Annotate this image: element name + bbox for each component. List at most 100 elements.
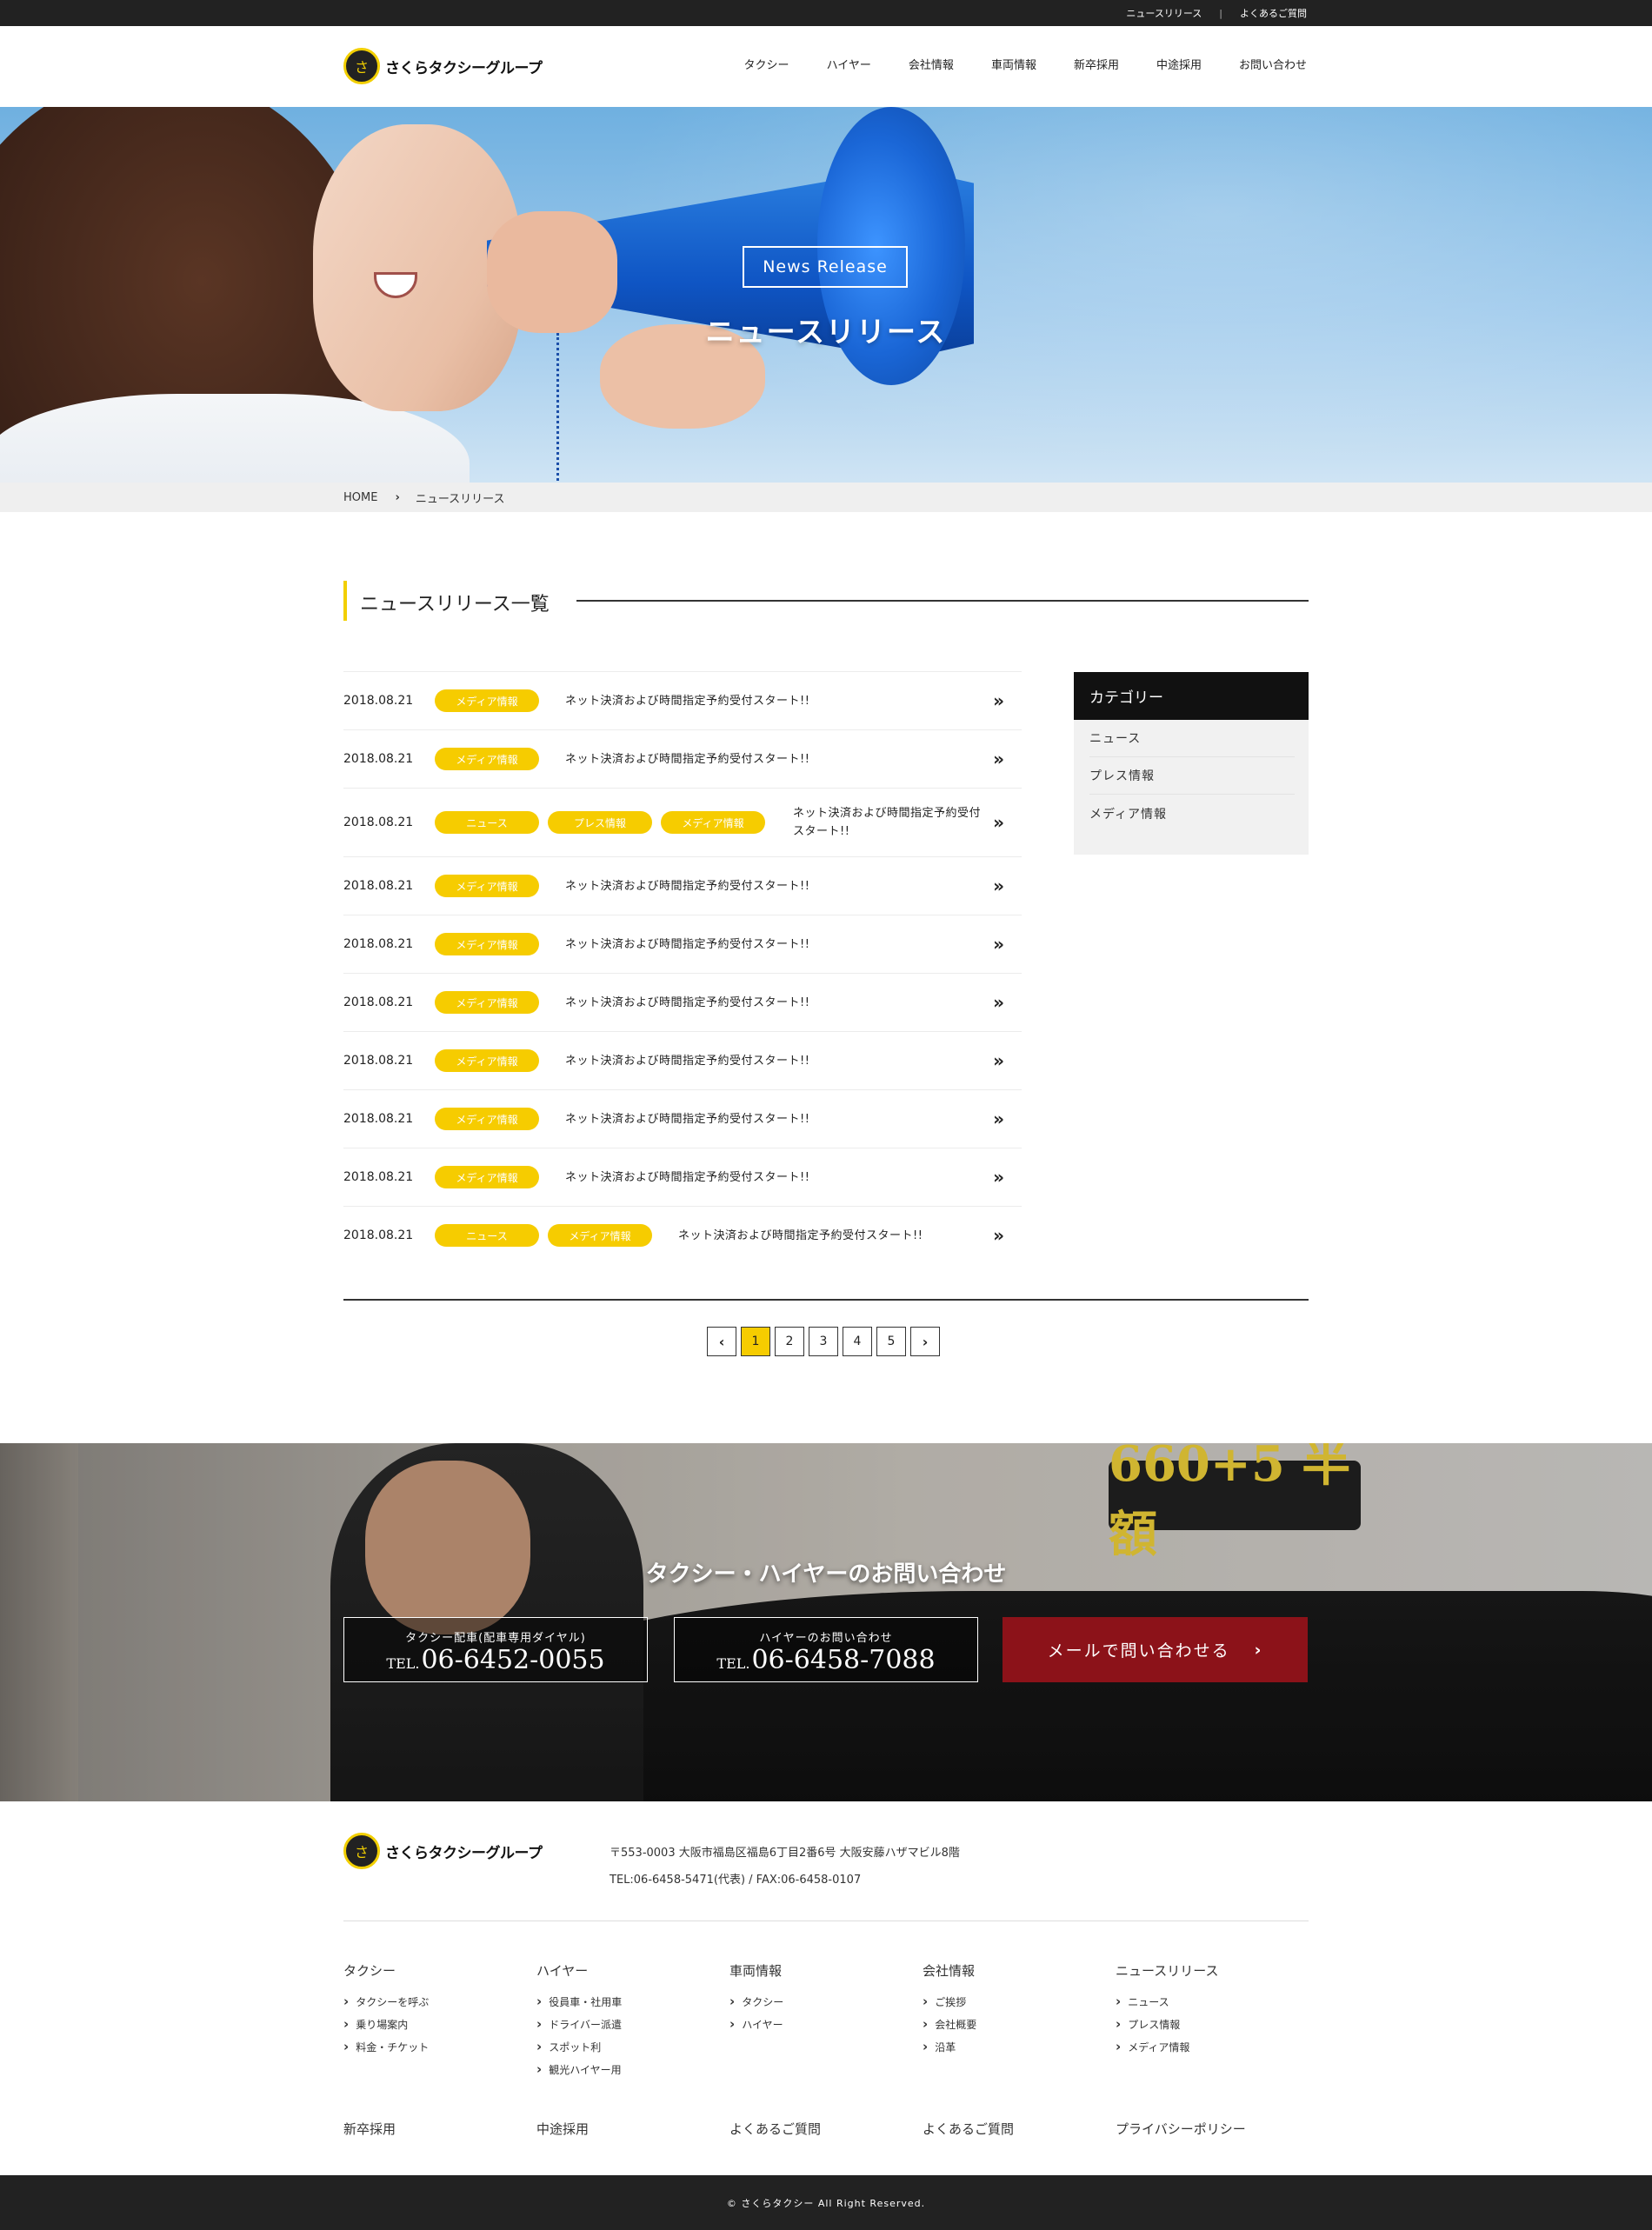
- news-title[interactable]: ネット決済および時間指定予約受付スタート!!: [793, 804, 984, 841]
- footer-link[interactable]: タクシー: [729, 1990, 923, 2013]
- news-tags: メディア情報: [435, 1108, 539, 1130]
- pagination-prev-icon[interactable]: ‹: [707, 1327, 736, 1356]
- news-date: 2018.08.21: [343, 937, 414, 951]
- footer-link-privacy[interactable]: プライバシーポリシー: [1116, 2120, 1309, 2138]
- double-chevron-right-icon[interactable]: »: [993, 812, 1004, 833]
- category-tag[interactable]: メディア情報: [435, 991, 539, 1014]
- footer-link[interactable]: 乗り場案内: [343, 2013, 536, 2035]
- footer-link-faq[interactable]: よくあるご質問: [729, 2120, 923, 2138]
- news-row[interactable]: 2018.08.21 メディア情報 ネット決済および時間指定予約受付スタート!! »: [343, 671, 1022, 729]
- news-row[interactable]: 2018.08.21 メディア情報 ネット決済および時間指定予約受付スタート!! »: [343, 1031, 1022, 1089]
- sidebar-item-news[interactable]: ニュース: [1089, 720, 1295, 757]
- footer-link[interactable]: 役員車・社用車: [536, 1990, 729, 2013]
- pagination-next-icon[interactable]: ›: [910, 1327, 940, 1356]
- nav-item-new-graduate[interactable]: 新卒採用: [1074, 56, 1119, 72]
- footer-link[interactable]: 会社概要: [923, 2013, 1116, 2035]
- nav-item-company[interactable]: 会社情報: [909, 56, 954, 72]
- nav-item-vehicles[interactable]: 車両情報: [991, 56, 1036, 72]
- news-title[interactable]: ネット決済および時間指定予約受付スタート!!: [565, 1052, 809, 1070]
- footer-link[interactable]: プレス情報: [1116, 2013, 1309, 2035]
- footer-link[interactable]: ドライバー派遣: [536, 2013, 729, 2035]
- footer-column-heading[interactable]: ハイヤー: [536, 1961, 729, 1980]
- double-chevron-right-icon[interactable]: »: [993, 1108, 1004, 1129]
- category-tag[interactable]: メディア情報: [435, 1108, 539, 1130]
- news-row[interactable]: 2018.08.21 メディア情報 ネット決済および時間指定予約受付スタート!! »: [343, 729, 1022, 788]
- footer-column-heading[interactable]: 会社情報: [923, 1961, 1116, 1980]
- footer-link[interactable]: 観光ハイヤー用: [536, 2058, 729, 2080]
- news-title[interactable]: ネット決済および時間指定予約受付スタート!!: [565, 692, 809, 710]
- pagination-page[interactable]: 4: [843, 1327, 872, 1356]
- category-tag[interactable]: メディア情報: [661, 811, 765, 834]
- news-date: 2018.08.21: [343, 995, 414, 1009]
- pagination-page[interactable]: 1: [741, 1327, 770, 1356]
- news-title[interactable]: ネット決済および時間指定予約受付スタート!!: [678, 1227, 923, 1245]
- double-chevron-right-icon[interactable]: »: [993, 690, 1004, 711]
- double-chevron-right-icon[interactable]: »: [993, 1050, 1004, 1071]
- pagination-page[interactable]: 5: [876, 1327, 906, 1356]
- news-title[interactable]: ネット決済および時間指定予約受付スタート!!: [565, 994, 809, 1012]
- double-chevron-right-icon[interactable]: »: [993, 992, 1004, 1013]
- category-tag[interactable]: メディア情報: [435, 1166, 539, 1188]
- news-row[interactable]: 2018.08.21 メディア情報 ネット決済および時間指定予約受付スタート!! »: [343, 973, 1022, 1031]
- category-tag[interactable]: ニュース: [435, 1224, 539, 1247]
- nav-item-hire[interactable]: ハイヤー: [827, 56, 871, 72]
- category-tag[interactable]: メディア情報: [435, 875, 539, 897]
- footer-link[interactable]: ニュース: [1116, 1990, 1309, 2013]
- footer-link-new-graduate[interactable]: 新卒採用: [343, 2120, 536, 2138]
- footer-link[interactable]: メディア情報: [1116, 2035, 1309, 2058]
- footer-logo[interactable]: さ さくらタクシーグループ: [343, 1833, 543, 1869]
- category-tag[interactable]: メディア情報: [435, 1049, 539, 1072]
- category-tag[interactable]: メディア情報: [435, 748, 539, 770]
- utility-link-faq[interactable]: よくあるご質問: [1240, 6, 1307, 20]
- breadcrumb-home[interactable]: HOME: [343, 491, 377, 504]
- footer-column-heading[interactable]: 車両情報: [729, 1961, 923, 1980]
- category-tag[interactable]: ニュース: [435, 811, 539, 834]
- double-chevron-right-icon[interactable]: »: [993, 934, 1004, 955]
- footer-link[interactable]: ハイヤー: [729, 2013, 923, 2035]
- news-row[interactable]: 2018.08.21 ニュース プレス情報 メディア情報 ネット決済および時間指定予約受…: [343, 788, 1022, 856]
- nav-item-career[interactable]: 中途採用: [1156, 56, 1202, 72]
- double-chevron-right-icon[interactable]: »: [993, 875, 1004, 896]
- nav-item-contact[interactable]: お問い合わせ: [1239, 56, 1307, 72]
- double-chevron-right-icon[interactable]: »: [993, 749, 1004, 769]
- footer-link[interactable]: 料金・チケット: [343, 2035, 536, 2058]
- footer-link[interactable]: タクシーを呼ぶ: [343, 1990, 536, 2013]
- footer-column: タクシータクシーを呼ぶ乗り場案内料金・チケット: [343, 1961, 536, 2080]
- news-row[interactable]: 2018.08.21 メディア情報 ネット決済および時間指定予約受付スタート!! »: [343, 1089, 1022, 1148]
- footer-link-career[interactable]: 中途採用: [536, 2120, 729, 2138]
- news-title[interactable]: ネット決済および時間指定予約受付スタート!!: [565, 750, 809, 769]
- category-tag[interactable]: メディア情報: [435, 689, 539, 712]
- news-row[interactable]: 2018.08.21 メディア情報 ネット決済および時間指定予約受付スタート!! »: [343, 856, 1022, 915]
- pagination-page[interactable]: 2: [775, 1327, 804, 1356]
- footer-column-heading[interactable]: ニュースリリース: [1116, 1961, 1309, 1980]
- taxi-phone-box[interactable]: タクシー配車(配車専用ダイヤル) TEL.06-6452-0055: [343, 1617, 648, 1682]
- pagination-page[interactable]: 3: [809, 1327, 838, 1356]
- footer-link-faq-2[interactable]: よくあるご質問: [923, 2120, 1116, 2138]
- cta-title: タクシー・ハイヤーのお問い合わせ: [645, 1561, 1007, 1588]
- site-logo[interactable]: さ さくらタクシーグループ: [343, 48, 543, 84]
- sidebar-item-media[interactable]: メディア情報: [1089, 795, 1295, 832]
- hire-phone-box[interactable]: ハイヤーのお問い合わせ TEL.06-6458-7088: [674, 1617, 978, 1682]
- news-row[interactable]: 2018.08.21 メディア情報 ネット決済および時間指定予約受付スタート!! »: [343, 1148, 1022, 1206]
- nav-item-taxi[interactable]: タクシー: [744, 56, 789, 72]
- footer-link[interactable]: ご挨拶: [923, 1990, 1116, 2013]
- sidebar-item-press[interactable]: プレス情報: [1089, 757, 1295, 795]
- news-row[interactable]: 2018.08.21 ニュース メディア情報 ネット決済および時間指定予約受付スタート…: [343, 1206, 1022, 1264]
- double-chevron-right-icon[interactable]: »: [993, 1167, 1004, 1188]
- category-tag[interactable]: メディア情報: [548, 1224, 652, 1247]
- news-title[interactable]: ネット決済および時間指定予約受付スタート!!: [565, 877, 809, 895]
- utility-link-news[interactable]: ニュースリリース: [1126, 6, 1202, 20]
- footer-link[interactable]: スポット利: [536, 2035, 729, 2058]
- utility-separator: |: [1219, 7, 1222, 19]
- category-tag[interactable]: メディア情報: [435, 933, 539, 955]
- double-chevron-right-icon[interactable]: »: [993, 1225, 1004, 1246]
- footer-link[interactable]: 沿革: [923, 2035, 1116, 2058]
- category-tag[interactable]: プレス情報: [548, 811, 652, 834]
- footer-column: ハイヤー役員車・社用車ドライバー派遣スポット利観光ハイヤー用: [536, 1961, 729, 2080]
- news-title[interactable]: ネット決済および時間指定予約受付スタート!!: [565, 1168, 809, 1187]
- news-title[interactable]: ネット決済および時間指定予約受付スタート!!: [565, 935, 809, 954]
- footer-column-heading[interactable]: タクシー: [343, 1961, 536, 1980]
- news-row[interactable]: 2018.08.21 メディア情報 ネット決済および時間指定予約受付スタート!! »: [343, 915, 1022, 973]
- mail-contact-button[interactable]: メールで問い合わせる ›: [1003, 1617, 1308, 1682]
- news-title[interactable]: ネット決済および時間指定予約受付スタート!!: [565, 1110, 809, 1128]
